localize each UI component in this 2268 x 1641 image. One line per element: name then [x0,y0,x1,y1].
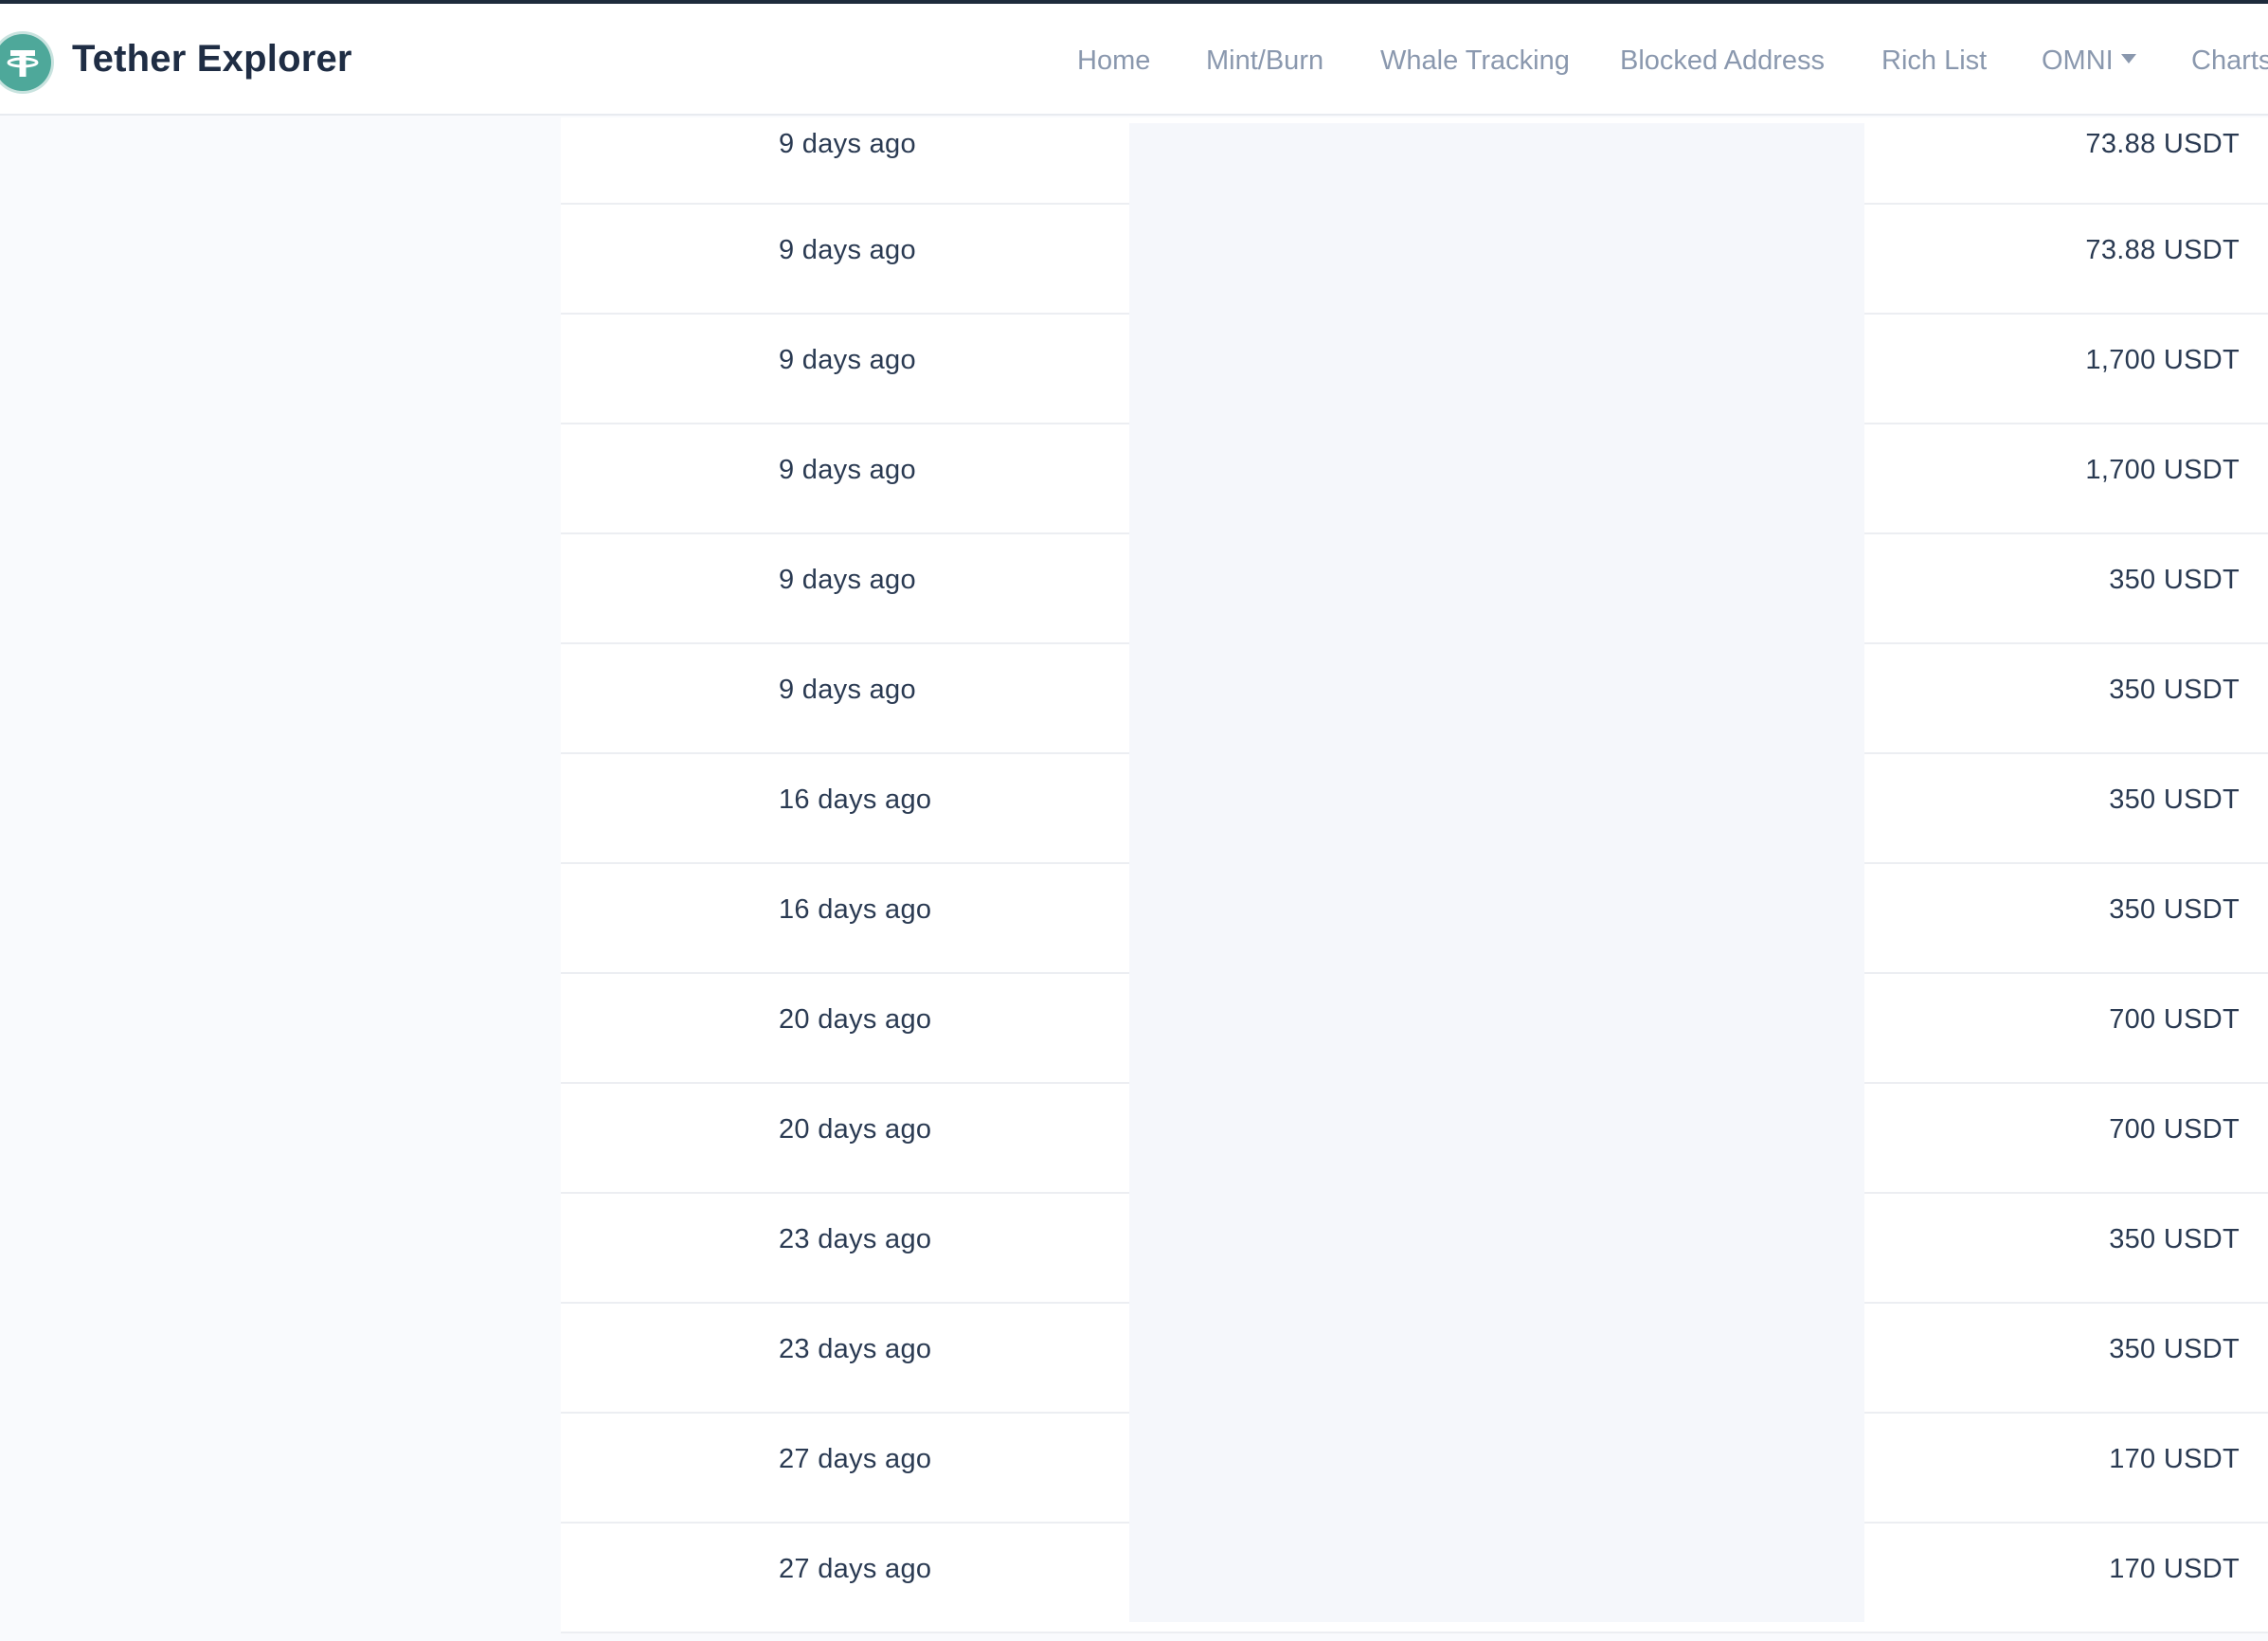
row-time: 9 days ago [779,455,916,485]
row-time: 20 days ago [779,1004,932,1035]
nav-rich-list[interactable]: Rich List [1881,45,1987,77]
row-divider [561,1632,2268,1633]
row-time: 27 days ago [779,1444,932,1474]
nav-mint-burn[interactable]: Mint/Burn [1206,45,1323,77]
row-time: 16 days ago [779,894,932,925]
row-time: 9 days ago [779,675,916,705]
row-amount: 350 USDT [2109,565,2240,595]
table-row[interactable]: 23 days ago 350 USDT [561,1194,2268,1304]
table-row[interactable]: 16 days ago 350 USDT [561,864,2268,974]
nav-home[interactable]: Home [1077,45,1150,77]
row-amount: 170 USDT [2109,1554,2240,1584]
table-row[interactable]: 16 days ago 350 USDT [561,754,2268,864]
row-time: 9 days ago [779,565,916,595]
table-row[interactable]: 9 days ago 350 USDT [561,534,2268,644]
table-row[interactable]: 20 days ago 700 USDT [561,1084,2268,1194]
row-amount: 73.88 USDT [2085,129,2240,159]
row-amount: 1,700 USDT [2085,345,2240,375]
row-amount: 350 USDT [2109,675,2240,705]
table-row[interactable]: 9 days ago 1,700 USDT [561,424,2268,534]
brand-name[interactable]: Tether Explorer [72,38,352,81]
table-row[interactable]: 20 days ago 700 USDT [561,974,2268,1084]
table-row[interactable]: 27 days ago 170 USDT [561,1524,2268,1633]
table-row[interactable]: 9 days ago 350 USDT [561,644,2268,754]
row-time: 23 days ago [779,1224,932,1254]
row-amount: 350 USDT [2109,1224,2240,1254]
row-amount: 350 USDT [2109,784,2240,815]
row-amount: 1,700 USDT [2085,455,2240,485]
nav-omni-dropdown[interactable]: OMNI [2042,45,2136,77]
nav-omni-label: OMNI [2042,45,2114,76]
row-time: 9 days ago [779,235,916,265]
table-row[interactable]: 9 days ago 73.88 USDT [561,117,2268,205]
row-amount: 700 USDT [2109,1114,2240,1145]
row-amount: 700 USDT [2109,1004,2240,1035]
caret-down-icon [2120,54,2136,64]
row-time: 20 days ago [779,1114,932,1145]
table-row[interactable]: 27 days ago 170 USDT [561,1414,2268,1524]
table-row[interactable]: 9 days ago 73.88 USDT [561,205,2268,315]
row-amount: 350 USDT [2109,1334,2240,1364]
row-amount: 350 USDT [2109,894,2240,925]
nav-charts[interactable]: Charts [2191,45,2268,77]
left-gutter [0,117,561,1641]
row-time: 9 days ago [779,345,916,375]
nav-blocked-address[interactable]: Blocked Address [1620,45,1825,77]
table-row[interactable]: 9 days ago 1,700 USDT [561,315,2268,424]
navbar: Tether Explorer Home Mint/Burn Whale Tra… [0,4,2268,116]
row-amount: 170 USDT [2109,1444,2240,1474]
row-amount: 73.88 USDT [2085,235,2240,265]
tether-logo-icon[interactable] [0,34,51,91]
row-time: 27 days ago [779,1554,932,1584]
row-time: 16 days ago [779,784,932,815]
nav-whale-tracking[interactable]: Whale Tracking [1380,45,1570,77]
table-row[interactable]: 23 days ago 350 USDT [561,1304,2268,1414]
row-time: 9 days ago [779,129,916,159]
row-time: 23 days ago [779,1334,932,1364]
